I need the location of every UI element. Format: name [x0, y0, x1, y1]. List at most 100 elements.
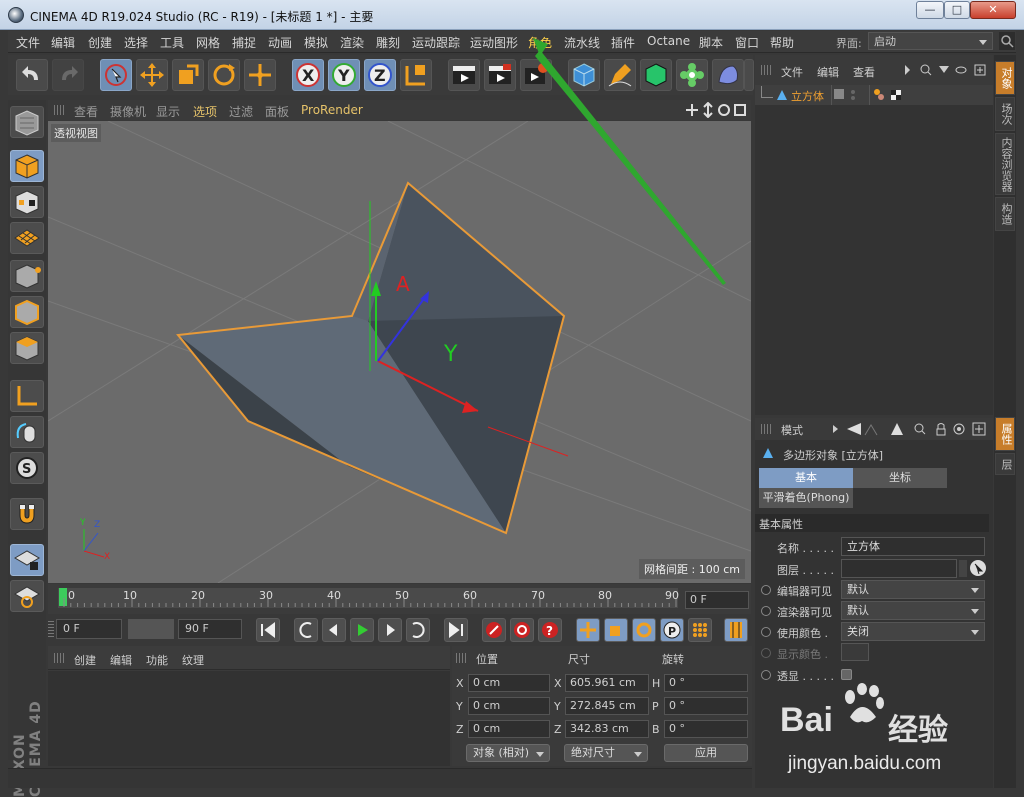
minimize-button[interactable]: —	[916, 1, 944, 19]
menu-mograph[interactable]: 运动图形	[470, 34, 518, 51]
menu-octane[interactable]: Octane	[647, 34, 690, 48]
cube-icon[interactable]	[568, 59, 600, 91]
close-button[interactable]: ✕	[970, 1, 1016, 19]
coordinate-system-icon[interactable]	[400, 59, 432, 91]
deformer-icon[interactable]	[712, 59, 744, 91]
toolbar-more-icon[interactable]	[744, 59, 754, 91]
tab-objects[interactable]: 对象	[995, 61, 1015, 95]
undo-icon[interactable]	[16, 59, 48, 91]
menu-file[interactable]: 文件	[16, 34, 40, 51]
current-frame-field[interactable]: 0 F	[685, 591, 749, 609]
redo-icon[interactable]	[52, 59, 84, 91]
points-mode-icon[interactable]	[10, 260, 44, 292]
menu-simulate[interactable]: 模拟	[304, 34, 328, 51]
menu-create[interactable]: 创建	[88, 34, 112, 51]
size-z-field[interactable]: 342.83 cm	[565, 720, 649, 738]
auto-key-icon[interactable]	[510, 618, 534, 642]
rot-b-field[interactable]: 0 °	[664, 720, 748, 738]
menu-mesh[interactable]: 网格	[196, 34, 220, 51]
move-icon[interactable]	[136, 59, 168, 91]
z-axis-icon[interactable]: Z	[364, 59, 396, 91]
pos-x-field[interactable]: 0 cm	[468, 674, 550, 692]
tab-structure[interactable]: 构造	[995, 197, 1015, 231]
maximize-button[interactable]: □	[944, 1, 970, 19]
visibility-toggle-icon[interactable]	[833, 88, 861, 102]
render-visible-radio[interactable]	[761, 606, 771, 616]
vp-menu-display[interactable]: 显示	[156, 103, 180, 120]
axis-mode-icon[interactable]	[10, 380, 44, 412]
menu-motion-tracking[interactable]: 运动跟踪	[412, 34, 460, 51]
model-mode-icon[interactable]	[10, 150, 44, 182]
pen-icon[interactable]	[604, 59, 636, 91]
timeline-film-icon[interactable]	[724, 618, 748, 642]
rot-h-field[interactable]: 0 °	[664, 674, 748, 692]
menu-plugins[interactable]: 插件	[611, 34, 635, 51]
menu-edit[interactable]: 编辑	[51, 34, 75, 51]
keyframe-selection-icon[interactable]: ?	[538, 618, 562, 642]
coord-mode-select[interactable]: 对象 (相对)	[466, 744, 550, 762]
planar-workplane-icon[interactable]	[10, 580, 44, 612]
menu-character[interactable]: 角色	[528, 34, 552, 51]
rot-p-field[interactable]: 0 °	[664, 697, 748, 715]
play-icon[interactable]	[350, 618, 374, 642]
use-color-radio[interactable]	[761, 627, 771, 637]
layer-field[interactable]	[841, 559, 957, 578]
make-editable-icon[interactable]	[10, 106, 44, 138]
size-mode-select[interactable]: 绝对尺寸	[564, 744, 648, 762]
mat-menu-create[interactable]: 创建	[74, 652, 96, 668]
tab-coord[interactable]: 坐标	[853, 468, 947, 488]
subdivision-surface-icon[interactable]	[640, 59, 672, 91]
rotate-icon[interactable]	[208, 59, 240, 91]
layer-picker-icon[interactable]	[969, 559, 987, 577]
attribute-toolbar-icons[interactable]	[831, 421, 989, 437]
vp-menu-options[interactable]: 选项	[193, 103, 217, 120]
goto-end-icon[interactable]	[444, 618, 468, 642]
layout-select[interactable]: 启动	[868, 32, 993, 50]
next-key-icon[interactable]	[406, 618, 430, 642]
key-rotation-icon[interactable]	[632, 618, 656, 642]
tab-layers[interactable]: 层	[995, 453, 1015, 475]
render-view-icon[interactable]	[448, 59, 480, 91]
mat-menu-function[interactable]: 功能	[146, 652, 168, 668]
use-color-select[interactable]: 关闭	[841, 622, 985, 641]
render-picture-viewer-icon[interactable]	[484, 59, 516, 91]
vp-menu-panel[interactable]: 面板	[265, 103, 289, 120]
om-toolbar-icons[interactable]	[903, 63, 991, 77]
edges-mode-icon[interactable]	[10, 296, 44, 328]
snap-magnet-icon[interactable]	[10, 498, 44, 530]
menu-render[interactable]: 渲染	[340, 34, 364, 51]
material-list[interactable]	[48, 671, 450, 766]
scale-icon[interactable]	[172, 59, 204, 91]
goto-start-icon[interactable]	[256, 618, 280, 642]
tab-takes[interactable]: 场次	[995, 97, 1015, 131]
transform-icon[interactable]	[244, 59, 276, 91]
object-name[interactable]: 立方体	[791, 88, 824, 104]
live-selection-icon[interactable]	[100, 59, 132, 91]
menu-pipeline[interactable]: 流水线	[564, 34, 600, 51]
render-visible-select[interactable]: 默认	[841, 601, 985, 620]
next-frame-icon[interactable]	[378, 618, 402, 642]
pos-z-field[interactable]: 0 cm	[468, 720, 550, 738]
tags-icon[interactable]	[873, 88, 903, 102]
tab-attributes[interactable]: 属性	[995, 417, 1015, 451]
menu-animate[interactable]: 动画	[268, 34, 292, 51]
mode-menu[interactable]: 模式	[781, 422, 803, 438]
apply-button[interactable]: 应用	[664, 744, 748, 762]
om-menu-edit[interactable]: 编辑	[817, 64, 839, 80]
vp-menu-cameras[interactable]: 摄像机	[110, 103, 146, 120]
vp-menu-filter[interactable]: 过滤	[229, 103, 253, 120]
menu-window[interactable]: 窗口	[735, 34, 759, 51]
solo-mode-icon[interactable]: S	[10, 452, 44, 484]
render-settings-icon[interactable]	[520, 59, 552, 91]
prev-key-icon[interactable]	[294, 618, 318, 642]
mat-menu-texture[interactable]: 纹理	[182, 652, 204, 668]
workplane-mode-icon[interactable]	[10, 222, 44, 254]
tab-phong[interactable]: 平滑着色(Phong)	[759, 488, 853, 508]
prev-frame-icon[interactable]	[322, 618, 346, 642]
tab-basic[interactable]: 基本	[759, 468, 853, 488]
start-frame-field[interactable]: 0 F	[56, 619, 122, 639]
workplane-lock-icon[interactable]	[10, 544, 44, 576]
record-icon[interactable]	[482, 618, 506, 642]
xray-radio[interactable]	[761, 670, 771, 680]
key-scale-icon[interactable]	[604, 618, 628, 642]
